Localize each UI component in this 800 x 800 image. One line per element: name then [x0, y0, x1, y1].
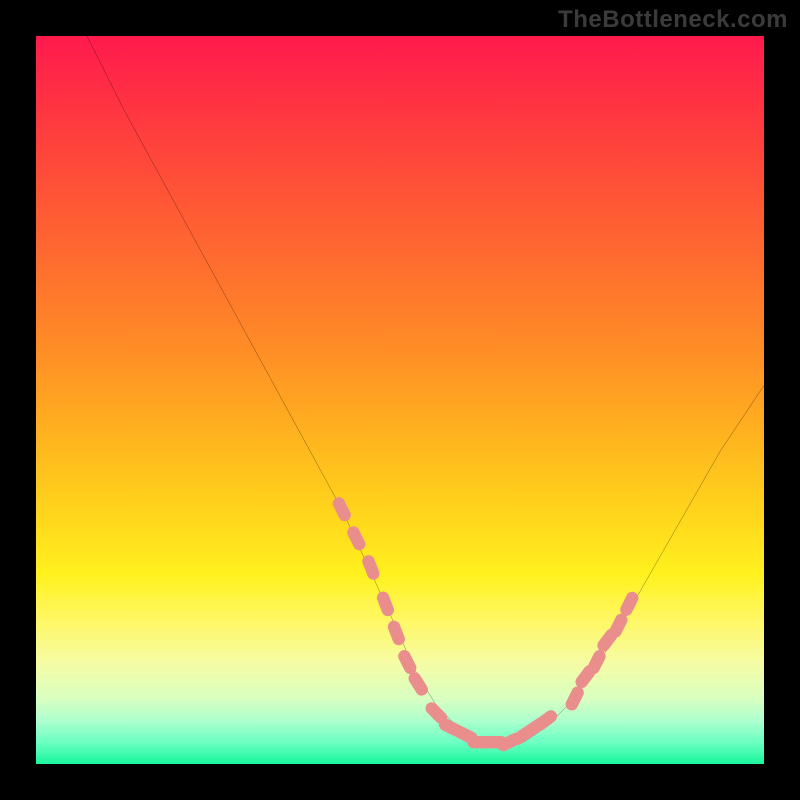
highlight-dot — [582, 671, 590, 681]
highlight-dot — [604, 635, 612, 645]
highlight-dot — [572, 693, 578, 705]
chart-frame: TheBottleneck.com — [0, 0, 800, 800]
highlight-dot — [432, 708, 441, 717]
highlight-dot — [353, 532, 359, 544]
plot-area — [36, 36, 764, 764]
watermark-text: TheBottleneck.com — [558, 6, 788, 34]
highlight-dot — [383, 598, 388, 610]
highlight-dot — [368, 561, 373, 573]
highlight-dots — [339, 503, 632, 745]
highlight-dot — [415, 678, 422, 689]
highlight-dot — [626, 598, 632, 610]
bottleneck-curve-path — [87, 36, 764, 742]
highlight-dot — [339, 503, 345, 515]
highlight-dot — [404, 656, 410, 668]
highlight-dot — [540, 716, 550, 724]
highlight-dot — [394, 627, 399, 639]
highlight-dot — [615, 620, 621, 632]
highlight-dot — [594, 656, 600, 668]
highlight-dot — [460, 732, 472, 738]
curve-layer — [36, 36, 764, 764]
